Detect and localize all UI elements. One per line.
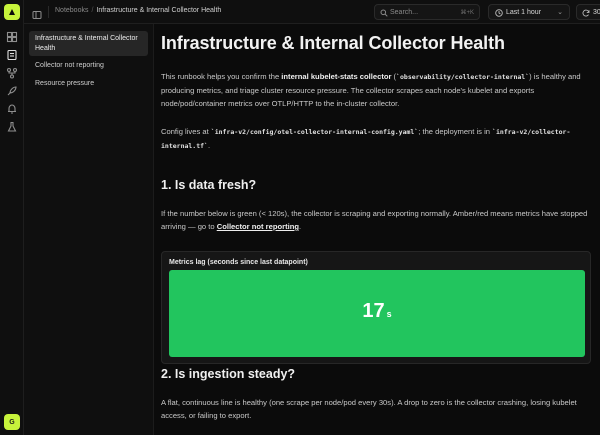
search-shortcut: ⌘+K xyxy=(460,10,474,16)
notebook-content: Infrastructure & Internal Collector Heal… xyxy=(160,24,592,435)
divider xyxy=(48,6,49,18)
collector-not-reporting-link[interactable]: Collector not reporting xyxy=(217,222,299,231)
metric-stat: 17 s xyxy=(169,270,585,357)
metric-number: 17 xyxy=(362,300,385,322)
metrics-lag-panel: Metrics lag (seconds since last datapoin… xyxy=(161,251,591,364)
time-range-label: Last 1 hour xyxy=(506,9,542,16)
panel-title: Metrics lag (seconds since last datapoin… xyxy=(169,259,308,266)
toc-item-infrastructure[interactable]: Infrastructure & Internal Collector Heal… xyxy=(29,31,148,56)
search-placeholder: Search... xyxy=(390,9,419,16)
logo-icon[interactable] xyxy=(4,4,20,20)
search-input[interactable]: Search... ⌘+K xyxy=(374,4,480,20)
text: This runbook helps you confirm the xyxy=(161,72,282,81)
text: . xyxy=(298,222,302,231)
metric-value: 17 s xyxy=(169,300,585,323)
dashboard-icon[interactable] xyxy=(6,30,18,43)
page-title: Infrastructure & Internal Collector Heal… xyxy=(161,33,505,53)
refresh-interval-picker[interactable]: 30s ⌄ xyxy=(576,4,600,20)
rocket-icon[interactable] xyxy=(6,84,18,96)
graph-icon[interactable] xyxy=(6,66,18,79)
metric-unit: s xyxy=(386,309,392,319)
bell-icon[interactable] xyxy=(6,102,18,114)
flask-icon[interactable] xyxy=(6,120,18,132)
icon-rail: G xyxy=(0,0,24,435)
top-bar: Notebooks / Infrastructure & Internal Coll… xyxy=(24,0,600,24)
breadcrumb-separator: / xyxy=(91,7,94,14)
notebook-icon[interactable] xyxy=(6,48,18,61)
inline-code: `observability/collector-internal` xyxy=(396,73,530,81)
breadcrumb-current: Infrastructure & Internal Collector Heal… xyxy=(96,7,222,14)
time-range-picker[interactable]: Last 1 hour ⌄ xyxy=(488,4,570,20)
toc-item-collector-not-reporting[interactable]: Collector not reporting xyxy=(29,58,148,74)
clock-icon xyxy=(495,9,503,17)
inline-code: `infra-v2/config/otel-collector-internal… xyxy=(210,128,419,136)
section-heading-ingestion: 2. Is ingestion steady? xyxy=(161,367,296,381)
chevron-down-icon: ⌄ xyxy=(557,9,563,16)
refresh-interval-label: 30s xyxy=(593,9,600,16)
text: . xyxy=(207,141,211,150)
search-icon xyxy=(380,9,388,17)
section-heading-data-fresh: 1. Is data fresh? xyxy=(161,178,257,192)
section1-paragraph: If the number below is green (< 120s), t… xyxy=(161,207,591,233)
table-of-contents: Infrastructure & Internal Collector Heal… xyxy=(24,24,154,435)
refresh-icon xyxy=(582,9,590,17)
user-avatar[interactable]: G xyxy=(4,414,20,430)
breadcrumb: Notebooks / Infrastructure & Internal Coll… xyxy=(55,7,221,14)
breadcrumb-notebooks[interactable]: Notebooks xyxy=(55,7,88,14)
toc-item-resource-pressure[interactable]: Resource pressure xyxy=(29,76,148,92)
text: Config lives at xyxy=(161,127,211,136)
config-paragraph: Config lives at `infra-v2/config/otel-co… xyxy=(161,125,591,153)
collector-name: internal kubelet-stats collector xyxy=(281,72,392,81)
sidebar-toggle-icon[interactable] xyxy=(32,7,42,19)
intro-paragraph: This runbook helps you confirm the inter… xyxy=(161,70,591,110)
section2-paragraph: A flat, continuous line is healthy (one … xyxy=(161,398,577,420)
text: ; the deployment is in xyxy=(418,127,493,136)
